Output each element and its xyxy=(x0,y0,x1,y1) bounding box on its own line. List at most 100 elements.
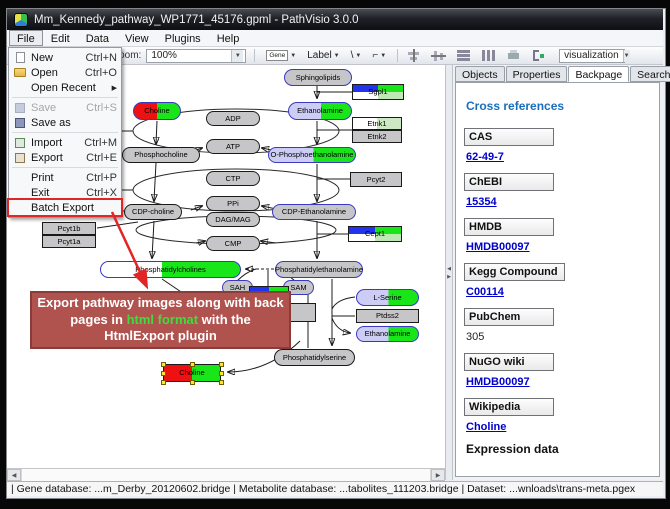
node-etnk2[interactable]: Etnk2 xyxy=(352,130,402,143)
print-icon[interactable] xyxy=(506,49,521,62)
node-label: PPi xyxy=(227,196,239,211)
node-phosphocholine[interactable]: Phosphocholine xyxy=(122,147,200,163)
tab-backpage[interactable]: Backpage xyxy=(568,66,629,82)
node-pcyt1b[interactable]: Pcyt1b xyxy=(42,222,96,235)
collapse-right-icon[interactable]: ▶ xyxy=(447,274,451,280)
node-sphingolipids[interactable]: Sphingolipids xyxy=(284,69,352,86)
file-menu-item-import[interactable]: ImportCtrl+M xyxy=(9,135,121,150)
node-pcyt1a[interactable]: Pcyt1a xyxy=(42,235,96,248)
file-menu-item-batch-export[interactable]: Batch Export xyxy=(9,200,121,215)
node-l-serine[interactable]: L-Serine xyxy=(356,289,419,306)
menu-data[interactable]: Data xyxy=(78,30,117,46)
menu-help[interactable]: Help xyxy=(209,30,248,46)
chevron-down-icon[interactable]: ▼ xyxy=(623,50,630,62)
reference-link[interactable]: HMDB00097 xyxy=(466,376,651,388)
horizontal-scrollbar[interactable]: ◀ ▶ xyxy=(7,468,445,481)
reference-section: Kegg Compound C00114 xyxy=(464,262,651,298)
align-center-icon[interactable] xyxy=(406,49,421,62)
file-menu-item-save-as[interactable]: Save as xyxy=(9,115,121,130)
node-atp[interactable]: ATP xyxy=(206,139,260,154)
node-adp[interactable]: ADP xyxy=(206,111,260,126)
menu-view[interactable]: View xyxy=(117,30,157,46)
panel-splitter[interactable]: ◀ ▶ xyxy=(445,65,453,480)
menu-edit[interactable]: Edit xyxy=(43,30,78,46)
file-menu-item-export[interactable]: ExportCtrl+E xyxy=(9,150,121,165)
data-panel-icon[interactable] xyxy=(531,49,546,62)
chevron-down-icon[interactable]: ▼ xyxy=(355,53,361,59)
selection-handle[interactable] xyxy=(219,371,224,376)
node-label: CDP-Ethanolamine xyxy=(282,204,346,220)
file-menu-item-save[interactable]: SaveCtrl+S xyxy=(9,100,121,115)
line-tool-button[interactable]: \ ▼ xyxy=(348,47,365,64)
scroll-right-icon[interactable]: ▶ xyxy=(431,469,445,481)
file-menu-item-print[interactable]: PrintCtrl+P xyxy=(9,170,121,185)
database-name-box: PubChem xyxy=(464,308,554,326)
visualization-combobox[interactable]: visualization ▼ xyxy=(559,49,625,63)
node-cdp-choline[interactable]: CDP-choline xyxy=(124,204,182,220)
reference-link[interactable]: HMDB00097 xyxy=(466,241,651,253)
node-ctp[interactable]: CTP xyxy=(206,171,260,186)
menu-item-label: Open xyxy=(31,67,81,79)
selection-handle[interactable] xyxy=(190,380,195,385)
tab-properties[interactable]: Properties xyxy=(506,66,568,82)
chevron-down-icon[interactable]: ▼ xyxy=(334,53,340,59)
selection-handle[interactable] xyxy=(219,380,224,385)
submenu-arrow-icon: ▶ xyxy=(112,84,117,92)
node-o-phosphoethanolamine[interactable]: O-Phosphoethanolamine xyxy=(268,147,356,163)
gene-tool-button[interactable]: Gene ▼ xyxy=(263,47,299,64)
node-cdp-ethanolamine[interactable]: CDP-Ethanolamine xyxy=(272,204,356,220)
selection-handle[interactable] xyxy=(161,362,166,367)
node-choline-selected[interactable]: Choline xyxy=(163,364,221,382)
node-phosphatidylcholines[interactable]: Phosphatidylcholines xyxy=(100,261,241,278)
distribute-rows-icon[interactable] xyxy=(456,49,471,62)
collapse-left-icon[interactable]: ◀ xyxy=(447,266,451,272)
menu-plugins[interactable]: Plugins xyxy=(157,30,209,46)
distribute-columns-icon[interactable] xyxy=(481,49,496,62)
node-label: O-Phosphoethanolamine xyxy=(271,147,354,163)
node-phosphatidylethanolamine[interactable]: Phosphatidylethanolamine xyxy=(275,261,363,278)
node-sgpl1[interactable]: Sgpl1 xyxy=(352,84,404,100)
chevron-down-icon[interactable]: ▼ xyxy=(290,53,296,59)
label-tool-button[interactable]: Label ▼ xyxy=(304,47,342,64)
scrollbar-track[interactable] xyxy=(21,469,431,481)
chevron-down-icon[interactable]: ▼ xyxy=(380,53,386,59)
selection-handle[interactable] xyxy=(161,371,166,376)
file-menu-item-open[interactable]: OpenCtrl+O xyxy=(9,65,121,80)
reference-link[interactable]: 15354 xyxy=(466,196,651,208)
align-middle-icon[interactable] xyxy=(431,49,446,62)
selection-handle[interactable] xyxy=(161,380,166,385)
selection-handle[interactable] xyxy=(190,362,195,367)
scroll-left-icon[interactable]: ◀ xyxy=(7,469,21,481)
selection-handle[interactable] xyxy=(219,362,224,367)
node-dag-mag[interactable]: DAG/MAG xyxy=(206,212,260,227)
reference-link[interactable]: 62-49-7 xyxy=(466,151,651,163)
title-bar[interactable]: Mm_Kennedy_pathway_WP1771_45176.gpml - P… xyxy=(7,9,663,30)
file-menu-item-exit[interactable]: ExitCtrl+X xyxy=(9,185,121,200)
reference-link[interactable]: C00114 xyxy=(466,286,651,298)
node-ethanolamine-top[interactable]: Ethanolamine xyxy=(288,102,352,120)
node-ethanolamine-bottom[interactable]: Ethanolamine xyxy=(356,326,419,342)
connector-tool-button[interactable]: ⌐ ▼ xyxy=(369,47,389,64)
tab-objects[interactable]: Objects xyxy=(455,66,505,82)
tab-search[interactable]: Search xyxy=(630,66,670,82)
node-label: Etnk1 xyxy=(367,117,386,130)
node-label: CDP-choline xyxy=(132,204,174,220)
node-etnk1[interactable]: Etnk1 xyxy=(352,117,402,130)
database-name-box: Kegg Compound xyxy=(464,263,565,281)
node-choline-top[interactable]: Choline xyxy=(133,102,181,120)
node-ptdss2[interactable]: Ptdss2 xyxy=(356,309,419,323)
reference-link[interactable]: Choline xyxy=(466,421,651,433)
node-ppi[interactable]: PPi xyxy=(206,196,260,211)
menu-item-label: Open Recent xyxy=(31,82,108,94)
node-cmp[interactable]: CMP xyxy=(206,236,260,251)
node-cept1[interactable]: Cept1 xyxy=(348,226,402,242)
file-menu-item-new[interactable]: NewCtrl+N xyxy=(9,50,121,65)
node-label: Ethanolamine xyxy=(365,326,411,342)
file-menu-item-open-recent[interactable]: Open Recent ▶ xyxy=(9,80,121,95)
chevron-down-icon[interactable]: ▼ xyxy=(231,50,243,62)
menu-file[interactable]: File xyxy=(9,30,43,46)
zoom-combobox[interactable]: 100% ▼ xyxy=(146,49,246,63)
node-pcyt2[interactable]: Pcyt2 xyxy=(350,172,402,187)
side-panel-tabs: ObjectsPropertiesBackpageSearchLegend xyxy=(453,65,663,82)
node-phosphatidylserine[interactable]: Phosphatidylserine xyxy=(274,349,355,366)
